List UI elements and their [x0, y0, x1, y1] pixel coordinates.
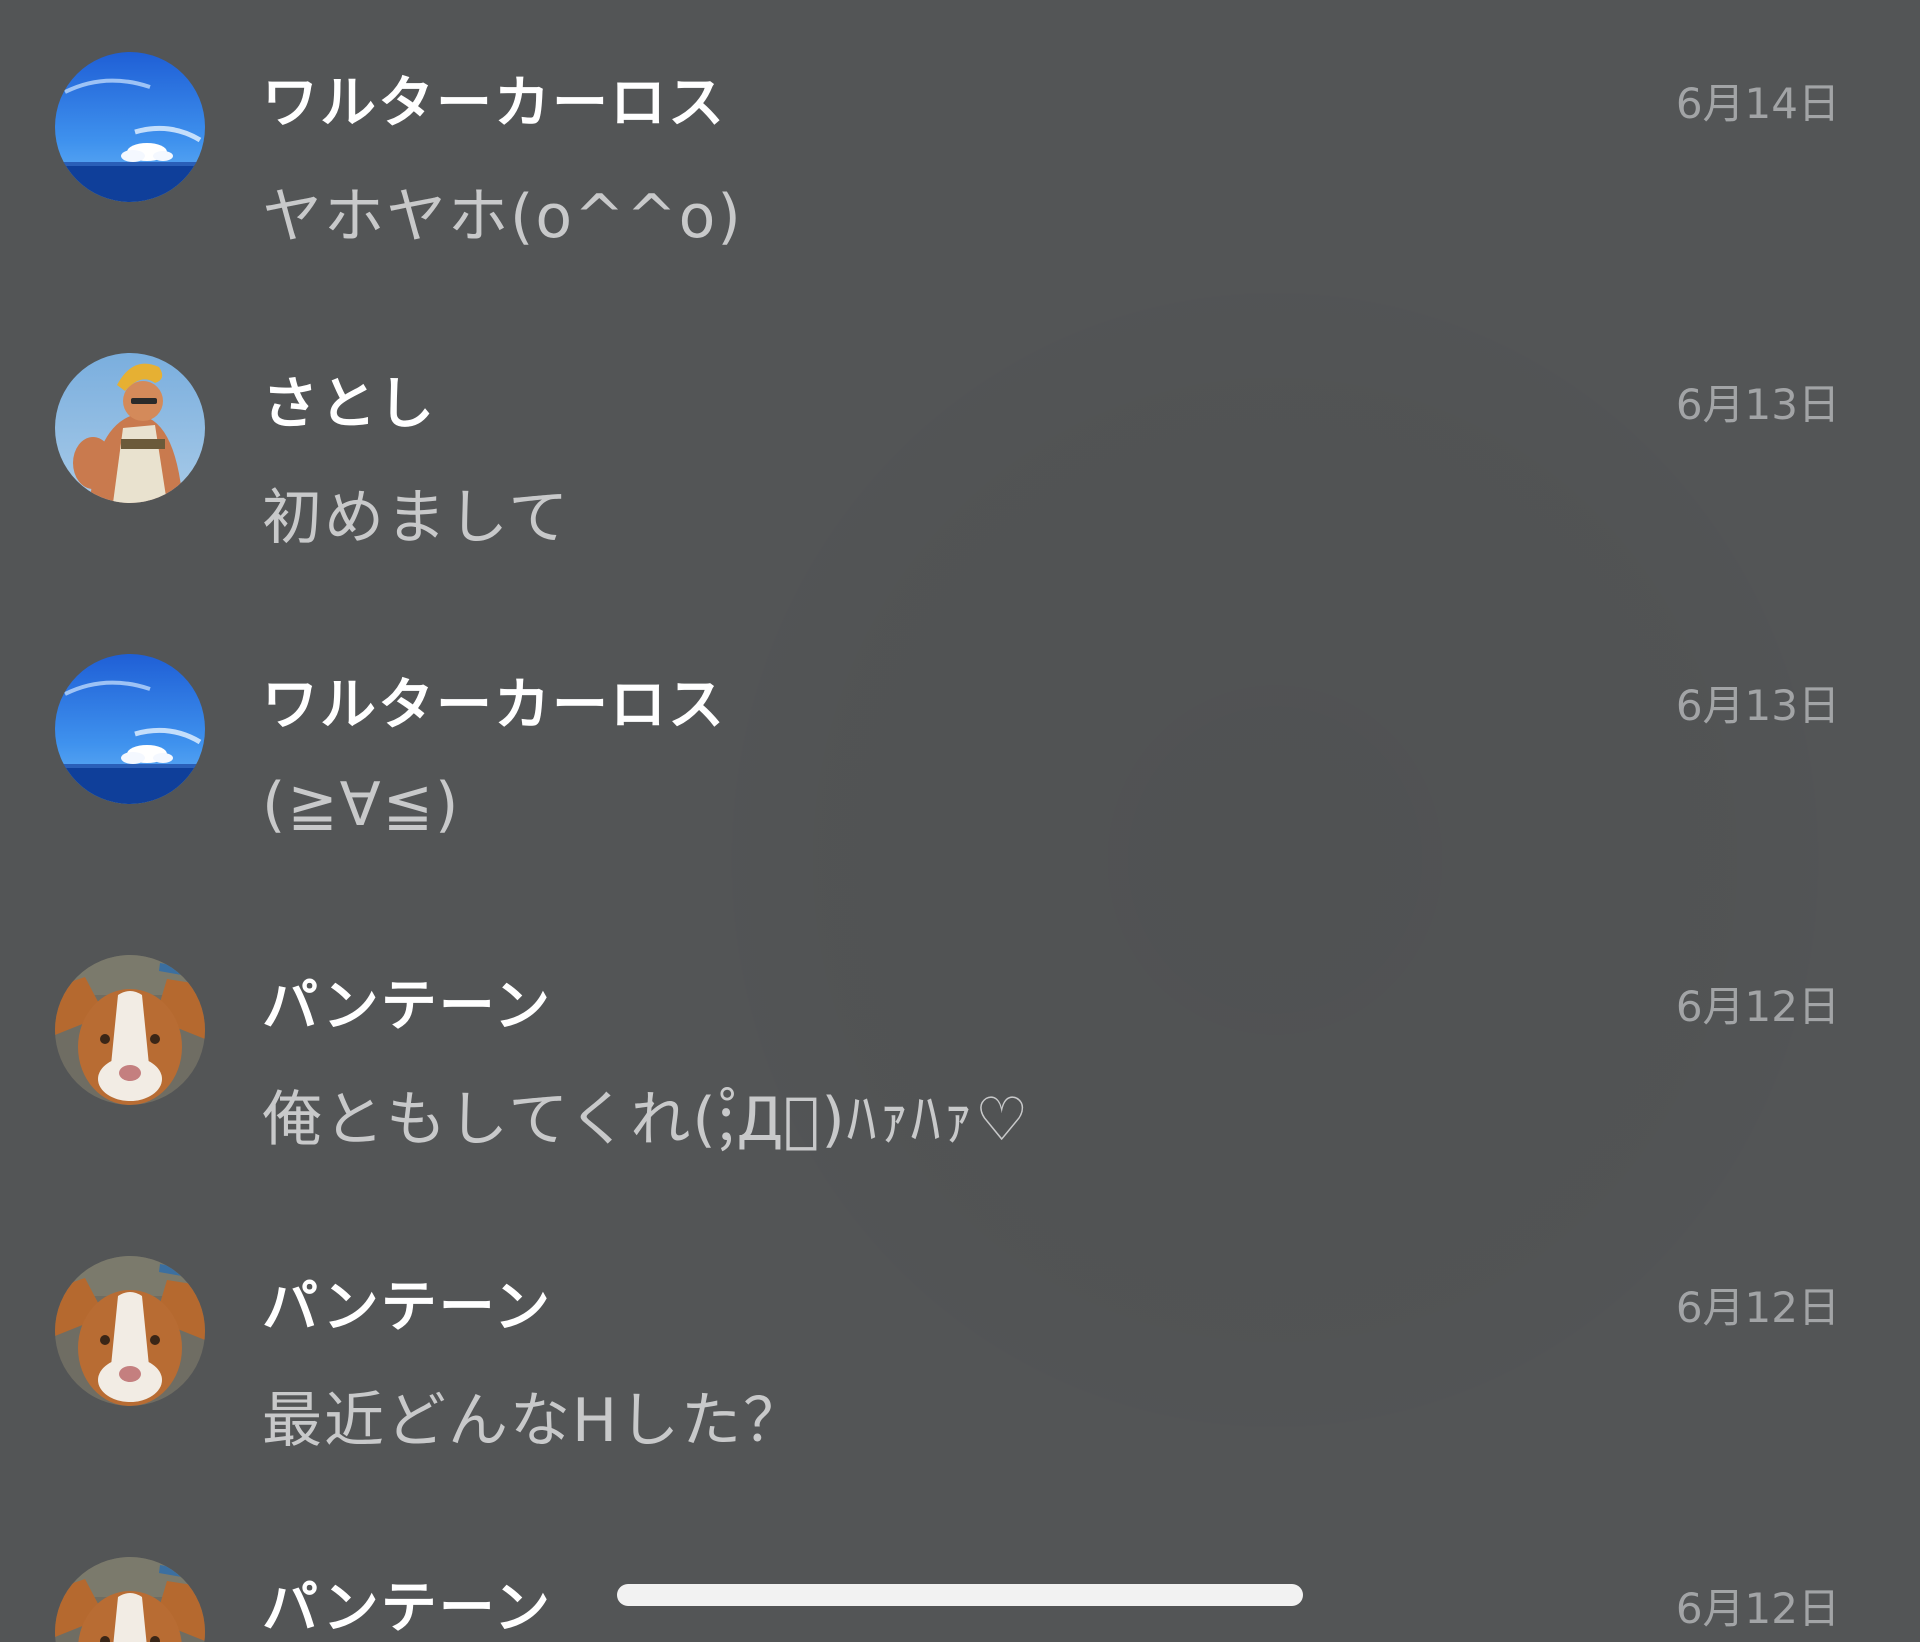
message-row[interactable]: ワルターカーロス (≧∀≦) 6月13日 — [0, 602, 1920, 903]
message-list: ワルターカーロス ヤホヤホ(o^^o) 6月14日 さとし 初めまして 6月13… — [0, 0, 1920, 1642]
message-date: 6月12日 — [1675, 1584, 1840, 1633]
message-preview: ヤホヤホ(o^^o) — [262, 182, 743, 252]
sender-name: パンテーン — [262, 1275, 552, 1340]
sky-avatar-icon[interactable] — [55, 52, 205, 202]
sender-name: ワルターカーロス — [262, 673, 726, 738]
message-row[interactable]: さとし 初めまして 6月13日 — [0, 301, 1920, 602]
message-row[interactable]: パンテーン 最近どんなHした？ 6月12日 — [0, 1204, 1920, 1505]
sender-name: さとし — [262, 372, 436, 437]
message-date: 6月13日 — [1675, 681, 1840, 730]
message-preview: 最近どんなHした？ — [262, 1386, 806, 1456]
sender-name: パンテーン — [262, 1576, 552, 1641]
message-row[interactable]: ワルターカーロス ヤホヤホ(o^^o) 6月14日 — [0, 0, 1920, 301]
message-date: 6月14日 — [1675, 79, 1840, 128]
message-row[interactable]: パンテーン 俺ともしてくれ(;゚Д゚)ﾊｧﾊｧ♡ 6月12日 — [0, 903, 1920, 1204]
message-date: 6月12日 — [1675, 982, 1840, 1031]
message-preview: (≧∀≦) — [262, 770, 461, 840]
sender-name: パンテーン — [262, 974, 552, 1039]
dog-avatar-icon[interactable] — [55, 1256, 205, 1406]
message-preview: 俺ともしてくれ(;゚Д゚)ﾊｧﾊｧ♡ — [262, 1085, 1031, 1155]
message-date: 6月12日 — [1675, 1283, 1840, 1332]
sky-avatar-icon[interactable] — [55, 654, 205, 804]
message-preview: 初めまして — [262, 483, 571, 553]
message-date: 6月13日 — [1675, 380, 1840, 429]
home-indicator-bar[interactable] — [617, 1584, 1303, 1606]
muscle-man-avatar-icon[interactable] — [55, 353, 205, 503]
sender-name: ワルターカーロス — [262, 71, 726, 136]
dog-avatar-icon[interactable] — [55, 955, 205, 1105]
message-row[interactable]: パンテーン 6月12日 — [0, 1505, 1920, 1642]
dog-avatar-icon[interactable] — [55, 1557, 205, 1642]
